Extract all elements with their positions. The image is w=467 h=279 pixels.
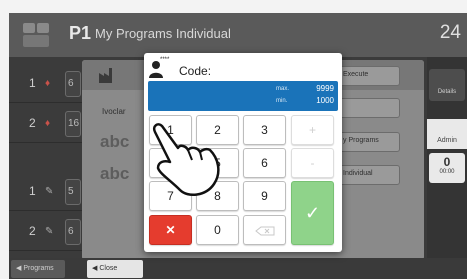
- program-row[interactable]: 2 ♦ 16: [9, 105, 82, 143]
- header-bar: P1 My Programs Individual 24: [9, 13, 467, 57]
- backspace-button[interactable]: [243, 215, 286, 245]
- key-plus[interactable]: +: [291, 115, 334, 145]
- page-title: My Programs Individual: [95, 26, 231, 41]
- program-number: P1: [69, 23, 92, 43]
- row-index: 2: [29, 224, 36, 238]
- abc-label: abc: [100, 164, 130, 183]
- backspace-icon: [254, 226, 274, 236]
- device-frame: P1 My Programs Individual 24 1 ♦ 6 2 ♦ 1…: [0, 0, 467, 279]
- row-value: 5: [65, 179, 81, 205]
- key-1[interactable]: 1: [149, 115, 192, 145]
- execute-button[interactable]: Execute: [336, 66, 400, 86]
- close-button[interactable]: ◀ Close: [87, 260, 143, 278]
- counter-label: 00:00: [439, 169, 455, 175]
- row-value: 16: [65, 111, 81, 137]
- factory-icon: [99, 68, 112, 83]
- key-4[interactable]: 4: [149, 148, 192, 178]
- abc-label: abc: [100, 132, 130, 151]
- confirm-button[interactable]: ✓: [291, 181, 334, 245]
- bottom-bar: ◀ Programs ◀ Close: [9, 258, 467, 279]
- key-minus[interactable]: -: [291, 148, 334, 178]
- program-row[interactable]: 1 ♦ 6: [9, 65, 82, 103]
- key-8[interactable]: 8: [196, 181, 239, 211]
- back-arrow-icon: ◀: [16, 265, 22, 272]
- program-row[interactable]: 2 ✎ 6: [9, 213, 82, 251]
- max-value: 9999: [316, 84, 334, 93]
- flame-icon: ♦: [45, 78, 51, 89]
- cancel-button[interactable]: ✕: [149, 215, 192, 245]
- panel-button[interactable]: [336, 98, 400, 118]
- user-stars: ****: [160, 57, 170, 63]
- row-index: 2: [29, 116, 36, 130]
- min-value: 1000: [316, 96, 334, 105]
- my-programs-button[interactable]: y Programs: [336, 132, 400, 152]
- check-icon: ✓: [304, 203, 321, 223]
- details-button[interactable]: Details: [429, 69, 465, 101]
- admin-label: Admin: [437, 137, 457, 144]
- min-label: min.: [276, 98, 288, 104]
- key-2[interactable]: 2: [196, 115, 239, 145]
- row-index: 1: [29, 184, 36, 198]
- program-row[interactable]: 1 ✎ 5: [9, 173, 82, 211]
- back-arrow-icon: ◀: [92, 265, 98, 272]
- counter-value: 0: [443, 155, 451, 169]
- individual-button[interactable]: Individual: [336, 165, 400, 185]
- key-0[interactable]: 0: [196, 215, 239, 245]
- tool-icon: ✎: [45, 186, 54, 197]
- programs-button[interactable]: ◀ Programs: [11, 260, 65, 278]
- flame-icon: ♦: [45, 118, 51, 129]
- counter-button[interactable]: 0 00:00: [429, 153, 465, 183]
- admin-tab[interactable]: Admin: [427, 119, 467, 149]
- code-keypad-dialog: **** Code: max. 9999 min. 1000 1 2 3 + 4…: [144, 53, 342, 252]
- key-6[interactable]: 6: [243, 148, 286, 178]
- key-5[interactable]: 5: [196, 148, 239, 178]
- key-9[interactable]: 9: [243, 181, 286, 211]
- row-value: 6: [65, 219, 81, 245]
- key-7[interactable]: 7: [149, 181, 192, 211]
- max-label: max.: [276, 86, 290, 92]
- temperature-readout: 24: [439, 22, 461, 43]
- furnace-logo-icon: [23, 23, 49, 47]
- brand-label: Ivoclar: [102, 107, 126, 116]
- close-icon: ✕: [165, 223, 176, 237]
- row-value: 6: [65, 71, 81, 97]
- right-sidebar: Details Admin 0 00:00: [427, 57, 467, 279]
- code-display: max. 9999 min. 1000: [148, 81, 338, 111]
- tool-icon: ✎: [45, 226, 54, 237]
- row-index: 1: [29, 76, 36, 90]
- code-label: Code:: [179, 64, 212, 78]
- key-3[interactable]: 3: [243, 115, 286, 145]
